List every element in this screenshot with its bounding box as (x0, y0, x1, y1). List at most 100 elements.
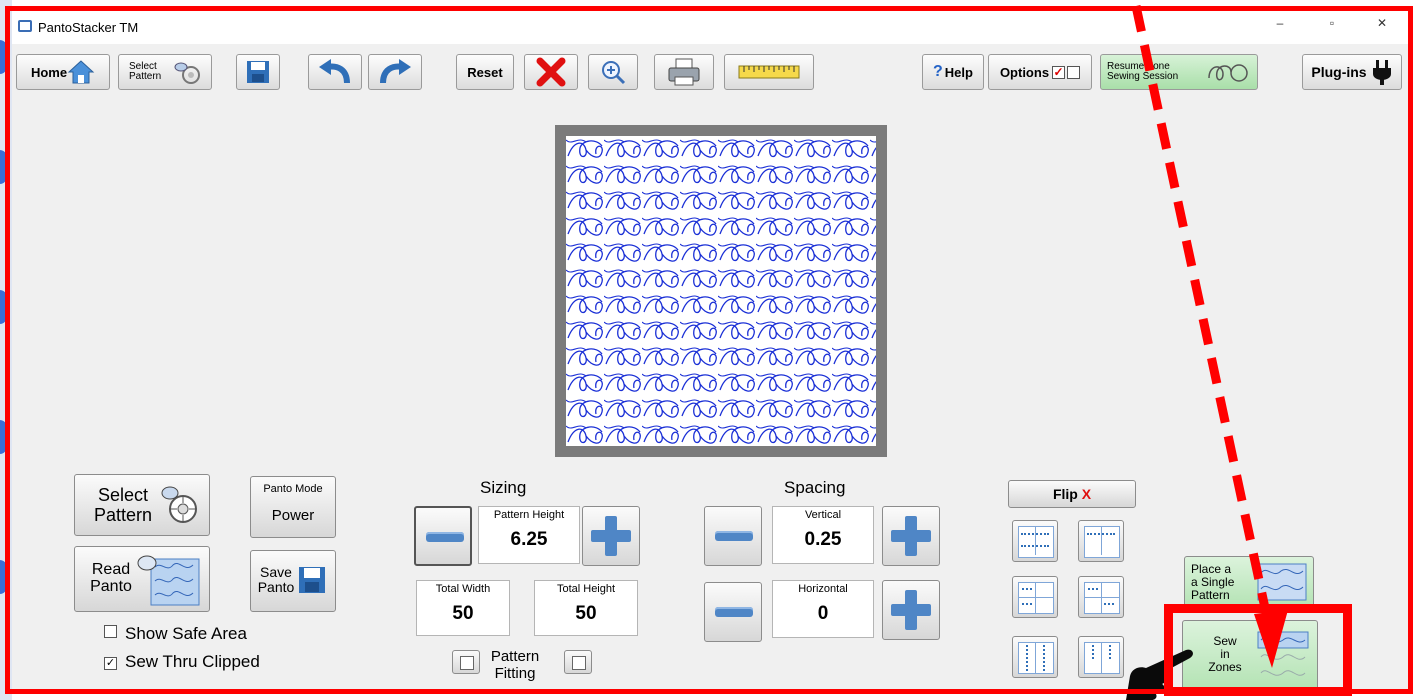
redo-button[interactable] (368, 54, 422, 90)
vertical-label: Vertical (804, 509, 842, 521)
read-panto-label-1: Read (91, 561, 131, 578)
total-width-field[interactable]: Total Width 50 (416, 580, 510, 636)
layout-grid-1row-button[interactable] (1078, 520, 1124, 562)
sew-zones-label-3: Zones (1208, 660, 1242, 674)
spacing-title: Spacing (784, 478, 846, 497)
sew-in-zones-button[interactable]: Sew in Zones (1182, 620, 1318, 690)
home-label: Home (30, 64, 68, 80)
pattern-preview-frame (555, 125, 887, 457)
read-panto-label-2: Panto (90, 578, 132, 595)
pattern-height-increase-button[interactable] (582, 506, 640, 566)
toolbar-select-label-2: Pattern (129, 71, 162, 82)
save-panto-button[interactable]: Save Panto (250, 550, 336, 612)
minus-icon (426, 532, 464, 542)
print-icon (668, 58, 700, 86)
help-icon: ? (933, 63, 943, 80)
resume-label-2: Sewing Session (1107, 71, 1179, 82)
layout-quad-left-button[interactable] (1012, 576, 1058, 618)
save-panto-label-2: Panto (257, 579, 295, 595)
toolbar-select-pattern-button[interactable]: Select Pattern (118, 54, 212, 90)
ruler-button[interactable] (724, 54, 814, 90)
sew-thru-clipped-checkbox[interactable]: ✓ Sew Thru Clipped (104, 652, 260, 672)
vertical-value: 0.25 (804, 529, 842, 550)
pattern-fitting-label-1: Pattern (490, 648, 540, 665)
flip-label: Flip (1052, 486, 1078, 502)
layout-quad-icon (1084, 582, 1120, 614)
toolbar: Home Select Pattern Reset ? Help Options… (12, 44, 1410, 104)
plugins-label: Plug-ins (1311, 64, 1367, 80)
total-height-value: 50 (575, 603, 597, 624)
save-panto-label-1: Save (260, 564, 292, 580)
horizontal-spacing-increase-button[interactable] (882, 580, 940, 640)
horizontal-value: 0 (817, 603, 829, 624)
plus-icon-vertical (905, 516, 917, 556)
layout-columns-2-button[interactable] (1012, 636, 1058, 678)
background-shape (0, 290, 10, 324)
vertical-spacing-decrease-button[interactable] (704, 506, 762, 566)
layout-quad-icon (1018, 582, 1054, 614)
close-button[interactable]: ✕ (1364, 16, 1400, 30)
pattern-height-field[interactable]: Pattern Height 6.25 (478, 506, 580, 564)
pattern-fitting-label-2: Fitting (494, 665, 536, 682)
pattern-preview[interactable] (566, 136, 876, 446)
save-icon (299, 567, 325, 593)
select-pattern-label-1: Select (97, 485, 149, 505)
flip-button[interactable]: Flip X (1008, 480, 1136, 508)
pattern-fitting-left-button[interactable] (452, 650, 480, 674)
total-width-label: Total Width (435, 583, 491, 595)
options-button[interactable]: Options ✓ (988, 54, 1092, 90)
vertical-spacing-increase-button[interactable] (882, 506, 940, 566)
horizontal-spacing-field[interactable]: Horizontal 0 (772, 580, 874, 638)
sew-thru-clipped-label: Sew Thru Clipped (125, 652, 260, 671)
pattern-tiling (566, 136, 876, 446)
panto-mode-label: Panto Mode (263, 483, 323, 495)
show-safe-area-checkbox[interactable]: Show Safe Area (104, 624, 247, 644)
layout-quad-offset-button[interactable] (1078, 576, 1124, 618)
flip-x-icon: X (1081, 486, 1092, 502)
select-pattern-button[interactable]: Select Pattern (74, 474, 210, 536)
app-window: PantoStacker TM – ▫ ✕ Home Select Patter… (12, 12, 1410, 692)
layout-grid-2row-button[interactable] (1012, 520, 1058, 562)
home-button[interactable]: Home (16, 54, 110, 90)
total-width-value: 50 (452, 603, 474, 624)
resume-zone-session-button[interactable]: Resume Zone Sewing Session (1100, 54, 1258, 90)
vertical-spacing-field[interactable]: Vertical 0.25 (772, 506, 874, 564)
quilt-blocks-icon (137, 555, 200, 606)
options-label: Options (999, 64, 1050, 80)
ruler-icon (738, 65, 800, 79)
save-button[interactable] (236, 54, 280, 90)
app-icon (18, 20, 32, 32)
select-pattern-icon (161, 486, 197, 523)
delete-button[interactable] (524, 54, 578, 90)
plugins-button[interactable]: Plug-ins (1302, 54, 1402, 90)
redo-icon (380, 59, 411, 84)
sizing-title: Sizing (480, 478, 527, 497)
plug-icon (1372, 60, 1391, 85)
pattern-fitting-right-button[interactable] (564, 650, 592, 674)
read-panto-button[interactable]: Read Panto (74, 546, 210, 612)
help-button[interactable]: ? Help (922, 54, 984, 90)
checkbox-box[interactable] (104, 625, 117, 638)
zoom-button[interactable] (588, 54, 638, 90)
place-single-label-3: Pattern (1191, 588, 1230, 602)
show-safe-area-label: Show Safe Area (125, 624, 247, 643)
place-single-pattern-button[interactable]: Place a a Single Pattern (1184, 556, 1314, 608)
plus-icon-vertical (605, 516, 617, 556)
reset-button[interactable]: Reset (456, 54, 514, 90)
horizontal-spacing-decrease-button[interactable] (704, 582, 762, 642)
total-height-field[interactable]: Total Height 50 (534, 580, 638, 636)
hand-pointer-icon (1126, 649, 1193, 700)
print-button[interactable] (654, 54, 714, 90)
options-unchecked-icon (1067, 65, 1081, 79)
checkbox-box-checked[interactable]: ✓ (104, 657, 117, 670)
minimize-button[interactable]: – (1262, 16, 1298, 30)
panto-mode-button[interactable]: Panto Mode Power (250, 476, 336, 538)
maximize-button[interactable]: ▫ (1314, 16, 1350, 30)
plus-icon-vertical (905, 590, 917, 630)
pattern-height-decrease-button[interactable] (414, 506, 472, 566)
undo-button[interactable] (308, 54, 362, 90)
zones-pattern-icon (1257, 631, 1309, 676)
fit-box-icon (460, 656, 474, 670)
options-checked-icon: ✓ (1052, 64, 1066, 79)
background-shape (0, 150, 10, 184)
